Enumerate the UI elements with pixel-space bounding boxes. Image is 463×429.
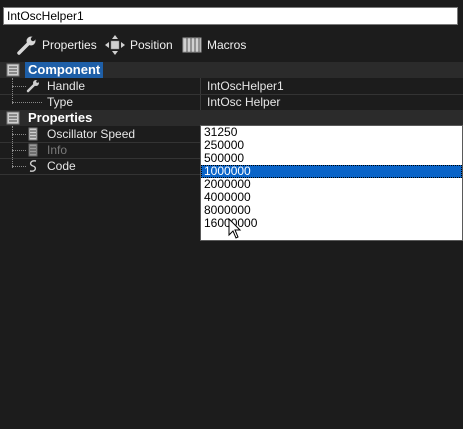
mouse-pointer-icon	[228, 217, 242, 240]
property-name: Info	[47, 143, 68, 157]
component-section-label: Component	[25, 62, 104, 78]
tree-connector	[12, 166, 26, 167]
move-arrows-icon	[104, 35, 126, 55]
component-name-field[interactable]: IntOscHelper1	[3, 7, 458, 25]
tree-connector	[12, 150, 26, 151]
property-name: Handle	[47, 79, 86, 93]
tree-connector	[12, 86, 26, 87]
tree-connector	[12, 102, 42, 103]
position-tab-label: Position	[130, 38, 173, 52]
property-row-type[interactable]: Type IntOsc Helper	[0, 94, 463, 111]
properties-tab-label: Properties	[42, 38, 97, 52]
property-value[interactable]: IntOscHelper1	[207, 78, 284, 94]
properties-section-label: Properties	[28, 110, 93, 125]
collapse-list-icon[interactable]	[6, 63, 20, 77]
wrench-icon	[16, 35, 38, 55]
property-row-handle[interactable]: Handle IntOscHelper1	[0, 78, 463, 95]
position-tab-button[interactable]: Position	[104, 31, 173, 59]
property-name: Type	[47, 95, 74, 109]
properties-section-header[interactable]: Properties	[0, 110, 463, 126]
chip-icon	[181, 35, 203, 55]
code-icon	[26, 159, 40, 173]
tree-connector	[12, 134, 26, 135]
macros-tab-label: Macros	[207, 38, 247, 52]
macros-tab-button[interactable]: Macros	[181, 31, 246, 59]
list-icon	[26, 143, 40, 157]
list-icon	[26, 127, 40, 141]
property-name: Oscillator Speed	[47, 127, 136, 141]
properties-toolbar: Properties Position Macros	[0, 31, 463, 59]
collapse-list-icon[interactable]	[6, 111, 20, 125]
component-section-header[interactable]: Component	[0, 62, 463, 78]
property-name: Code	[47, 159, 76, 173]
property-value: IntOsc Helper	[207, 95, 281, 109]
properties-tab-button[interactable]: Properties	[16, 31, 97, 59]
wrench-icon	[26, 79, 40, 93]
